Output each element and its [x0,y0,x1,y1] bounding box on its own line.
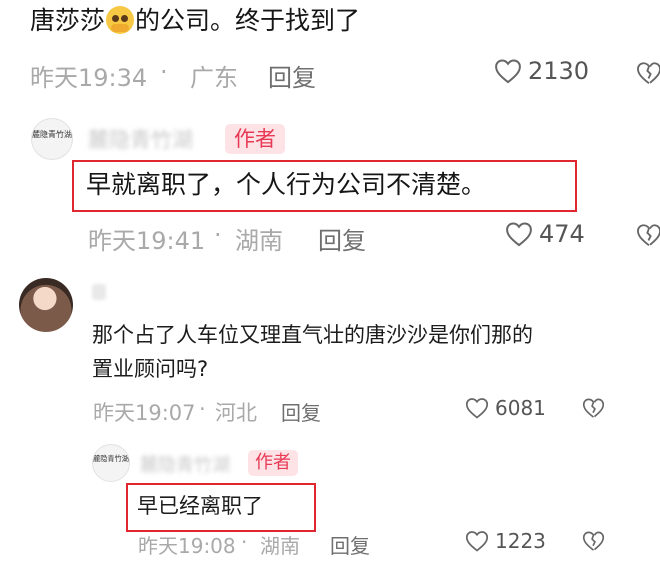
like-count: 6081 [495,396,546,420]
like-count: 474 [539,220,585,248]
pleading-face-emoji [106,6,135,34]
author-name[interactable]: 麓隐青竹湖 [140,451,230,477]
like-button[interactable]: 474 [505,220,585,248]
like-count: 2130 [528,57,590,85]
meta-separator: · [214,221,222,249]
dislike-icon[interactable] [582,530,605,552]
reply-text: 早就离职了，个人行为公司不清楚。 [86,170,487,199]
reply-location: 湖南 [235,227,283,255]
reply-button[interactable]: 回复 [318,221,366,256]
comment-text-line1: 那个占了人车位又理直气壮的唐沙沙是你们那的 [92,323,533,347]
reply-text: 早已经离职了 [137,494,263,518]
comment-text: 唐莎莎 的公司。终于找到了 [30,3,360,39]
heart-icon [465,398,489,419]
author-tag: 作者 [248,450,298,476]
like-button[interactable]: 2130 [494,57,589,85]
author-avatar[interactable]: 麓隐青竹湖 [92,444,130,482]
comment-location: 广东 [190,64,238,92]
heart-icon [465,531,489,552]
dislike-icon[interactable] [582,397,605,419]
comment-location: 河北 [215,401,257,425]
comment-text-part: 唐莎莎 [30,6,106,35]
user-avatar[interactable] [19,278,73,332]
heart-icon [495,59,521,84]
like-button[interactable]: 1223 [465,529,546,553]
comment-text-part: 的公司。终于找到了 [135,6,361,35]
dislike-icon[interactable] [636,60,660,86]
author-name[interactable]: 麓隐青竹湖 [88,124,193,154]
reply-button[interactable]: 回复 [281,397,321,426]
avatar-logo-text: 麓隐青竹湖 [93,454,129,463]
reply-button[interactable]: 回复 [268,58,316,93]
meta-separator: · [160,58,168,86]
user-name-blurred[interactable] [92,284,106,300]
reply-button[interactable]: 回复 [330,530,370,559]
like-button[interactable]: 6081 [465,396,546,420]
meta-separator: · [241,530,248,554]
author-tag: 作者 [225,124,285,154]
reply-time: 昨天19:08 [138,534,236,558]
like-count: 1223 [495,529,546,553]
comment-time: 昨天19:34 [30,64,148,92]
avatar-logo-text: 麓隐青竹湖 [32,129,72,139]
comment-text-line2: 置业顾问吗? [92,357,209,381]
meta-separator: · [199,397,206,421]
dislike-icon[interactable] [636,222,660,248]
heart-icon [506,222,532,247]
author-avatar[interactable]: 麓隐青竹湖 [31,118,73,160]
reply-location: 湖南 [260,534,300,558]
comment-time: 昨天19:07 [93,401,196,425]
reply-time: 昨天19:41 [88,227,206,255]
